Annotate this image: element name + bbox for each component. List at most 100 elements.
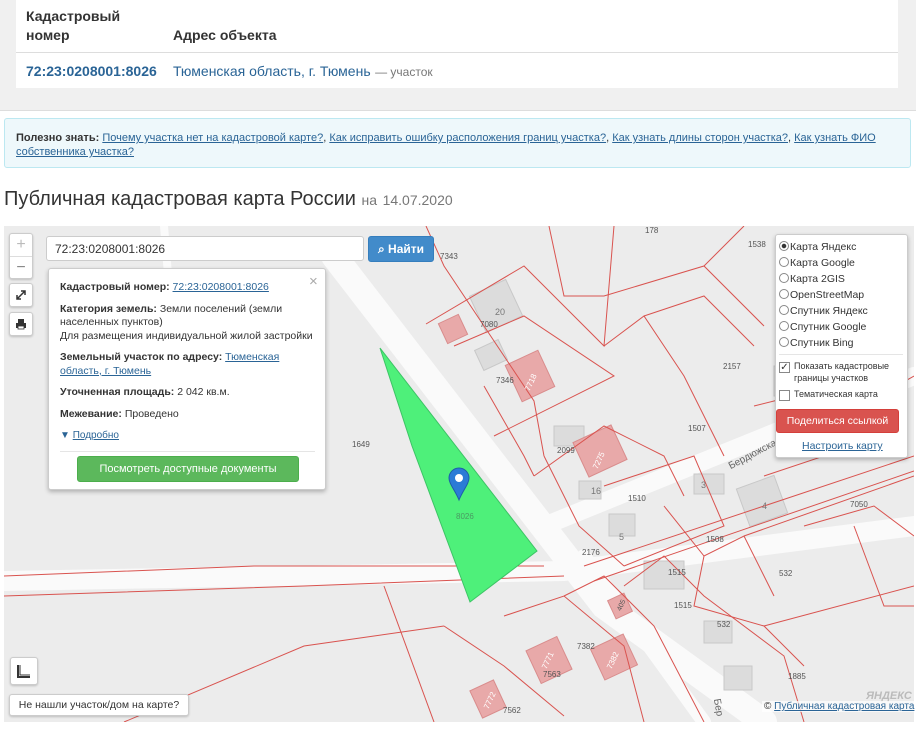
layer-2gis-map[interactable]: Карта 2GIS (779, 272, 845, 286)
layers-divider (779, 354, 903, 355)
popup-category-label: Категория земель: (60, 302, 157, 315)
popup-cad-link[interactable]: 72:23:0208001:8026 (173, 281, 269, 293)
radio-selected-icon[interactable] (779, 241, 789, 251)
useful-info-label: Полезно знать: (16, 132, 100, 144)
popup-more-link[interactable]: Подробно (73, 430, 119, 441)
info-link-fix-border[interactable]: Как исправить ошибку расположения границ… (329, 132, 606, 144)
info-separator: , (323, 132, 327, 144)
house-number: 5 (619, 532, 625, 542)
layer-label: Карта Google (790, 257, 855, 269)
popup-usage-value: Для размещения индивидуальной жилой заст… (60, 329, 313, 342)
parcel-number: 7382 (577, 642, 595, 651)
zoom-in-button[interactable]: + (10, 234, 32, 257)
radio-icon[interactable] (779, 257, 789, 267)
parcel-number: 7563 (543, 670, 561, 679)
popup-more-toggle[interactable]: ▼ Подробно (60, 429, 315, 443)
house-number: 4 (762, 501, 768, 511)
house-number: 20 (495, 307, 506, 317)
radio-icon[interactable] (779, 289, 789, 299)
page-date: 14.07.2020 (382, 192, 453, 208)
search-button[interactable]: ⌕ Найти (368, 236, 434, 262)
house-number: 3 (701, 480, 707, 490)
parcel-number: 1538 (748, 240, 766, 249)
layer-label: Спутник Bing (790, 337, 854, 349)
popup-area-value: 2 042 кв.м. (177, 386, 230, 398)
ruler-button[interactable] (10, 657, 38, 685)
popup-address-row: Земельный участок по адресу: Тюменская о… (60, 351, 315, 378)
popup-area-row: Уточненная площадь: 2 042 кв.м. (60, 386, 315, 400)
parcel-number: 1515 (674, 601, 692, 610)
layer-google-satellite[interactable]: Спутник Google (779, 320, 866, 334)
show-borders-label[interactable]: Показать кадастровые границы участков (794, 360, 904, 384)
fullscreen-button[interactable] (9, 283, 33, 307)
page-date-prefix: на (361, 192, 378, 208)
parcel-number: 7343 (440, 252, 458, 261)
parcel-number: 1649 (352, 440, 370, 449)
popup-cad-row: Кадастровый номер: 72:23:0208001:8026 (60, 281, 315, 295)
layer-label: OpenStreetMap (790, 289, 865, 301)
map-settings-link[interactable]: Настроить карту (802, 440, 883, 452)
radio-icon[interactable] (779, 321, 789, 331)
parcel-number: 2157 (723, 362, 741, 371)
caret-down-icon: ▼ (60, 430, 70, 441)
layer-google-map[interactable]: Карта Google (779, 256, 855, 270)
printer-icon (16, 319, 26, 330)
house-number: 16 (591, 486, 602, 496)
layer-yandex-map[interactable]: Карта Яндекс (779, 240, 856, 254)
view-documents-button[interactable]: Посмотреть доступные документы (77, 456, 299, 482)
copyright-link[interactable]: Публичная кадастровая карта (774, 701, 914, 712)
result-address-cell: Тюменская область, г. Тюмень — участок (173, 63, 433, 81)
popup-divider (60, 450, 315, 452)
page-title: Публичная кадастровая карта России на 14… (4, 188, 453, 211)
info-link-side-lengths[interactable]: Как узнать длины сторон участка? (612, 132, 788, 144)
parcel-number: 1885 (788, 672, 806, 681)
layer-bing-satellite[interactable]: Спутник Bing (779, 336, 854, 350)
parcel-number: 2176 (582, 548, 600, 557)
checkbox-checked-icon[interactable]: ✓ (779, 362, 790, 373)
layer-osm[interactable]: OpenStreetMap (779, 288, 864, 302)
close-icon[interactable]: × (309, 274, 318, 289)
info-link-not-on-map[interactable]: Почему участка нет на кадастровой карте? (102, 132, 323, 144)
popup-category-row: Категория земель: Земли поселений (земли… (60, 303, 315, 344)
copyright-symbol: © (764, 701, 772, 712)
popup-cad-label: Кадастровый номер: (60, 281, 170, 293)
radio-icon[interactable] (779, 337, 789, 347)
result-cad-number-link[interactable]: 72:23:0208001:8026 (26, 63, 157, 79)
thematic-map-label[interactable]: Тематическая карта (794, 389, 878, 399)
expand-icon (16, 290, 26, 300)
share-link-button[interactable]: Поделиться ссылкой (776, 409, 899, 433)
search-button-label: Найти (388, 242, 425, 256)
radio-icon[interactable] (779, 273, 789, 283)
popup-address-label: Земельный участок по адресу: (60, 351, 223, 363)
checkbox-icon[interactable] (779, 390, 790, 401)
layer-label: Спутник Google (790, 321, 867, 333)
page-title-text: Публичная кадастровая карта России (4, 188, 356, 210)
map-copyright: © Публичная кадастровая карта (762, 701, 916, 712)
parcel-number: 7346 (496, 376, 514, 385)
layer-label: Спутник Яндекс (790, 305, 868, 317)
parcel-number: 1508 (706, 535, 724, 544)
search-input[interactable] (46, 236, 364, 261)
header-cad-line1: Кадастровый (26, 8, 121, 24)
parcel-number: 1515 (668, 568, 686, 577)
popup-area-label: Уточненная площадь: (60, 386, 175, 398)
parcel-label: 8026 (456, 512, 474, 521)
popup-survey-value: Проведено (124, 407, 179, 420)
header-address: Адрес объекта (173, 27, 277, 43)
layer-label: Карта 2GIS (790, 273, 845, 285)
ruler-icon (17, 665, 30, 678)
result-address-link[interactable]: Тюменская область, г. Тюмень (173, 63, 371, 79)
print-button[interactable] (9, 312, 33, 336)
popup-survey-label: Межевание: (60, 407, 122, 420)
parcel-number: 7050 (850, 500, 868, 509)
parcel-number: 1510 (628, 494, 646, 503)
layer-yandex-satellite[interactable]: Спутник Яндекс (779, 304, 868, 318)
info-separator: , (606, 132, 610, 144)
parcel-number: 7562 (503, 706, 521, 715)
table-divider (16, 52, 898, 53)
not-found-button[interactable]: Не нашли участок/дом на карте? (9, 694, 189, 716)
zoom-out-button[interactable]: − (10, 257, 32, 279)
parcel-number: 532 (779, 569, 793, 578)
radio-icon[interactable] (779, 305, 789, 315)
parcel-number: 1507 (688, 424, 706, 433)
